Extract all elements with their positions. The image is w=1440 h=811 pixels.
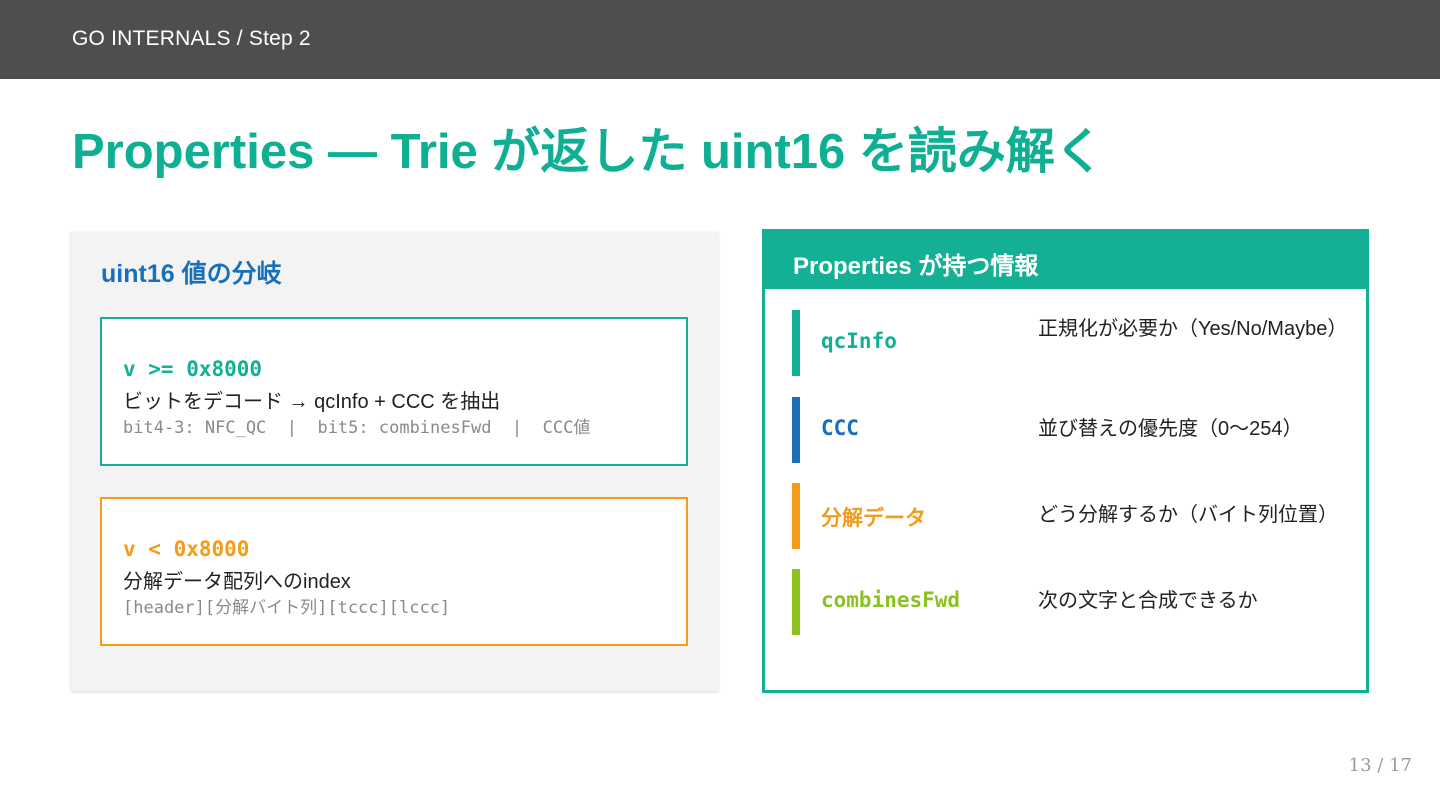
- property-name: 分解データ: [821, 506, 926, 530]
- properties-panel-header: Properties が持つ情報: [765, 232, 1366, 289]
- properties-panel-title: Properties が持つ情報: [793, 253, 1039, 280]
- property-description: 正規化が必要か（Yes/No/Maybe）: [1038, 318, 1348, 340]
- property-row-combinesfwd: combinesFwd 次の文字と合成できるか: [765, 569, 1366, 635]
- branch-panel: uint16 値の分岐 v >= 0x8000 ビットをデコード → qcInf…: [71, 232, 718, 691]
- property-description: 並び替えの優先度（0〜254）: [1038, 418, 1303, 440]
- accent-bar: [792, 483, 800, 549]
- property-name: combinesFwd: [821, 588, 961, 612]
- property-name: qcInfo: [821, 329, 897, 353]
- accent-bar: [792, 310, 800, 376]
- property-description: 次の文字と合成できるか: [1038, 590, 1258, 612]
- branch-condition: v < 0x8000: [123, 537, 250, 561]
- branch-high-bit-box: v >= 0x8000 ビットをデコード → qcInfo + CCC を抽出 …: [100, 317, 688, 466]
- slide-title: Properties — Trie が返した uint16 を読み解く: [72, 125, 1104, 179]
- top-bar: GO INTERNALS / Step 2: [0, 0, 1440, 79]
- properties-panel: Properties が持つ情報 qcInfo 正規化が必要か（Yes/No/M…: [762, 229, 1369, 693]
- accent-bar: [792, 397, 800, 463]
- property-row-qcinfo: qcInfo 正規化が必要か（Yes/No/Maybe）: [765, 310, 1366, 376]
- branch-detail: bit4-3: NFC_QC | bit5: combinesFwd | CCC…: [123, 418, 591, 438]
- branch-panel-heading: uint16 値の分岐: [101, 260, 282, 288]
- property-description: どう分解するか（バイト列位置）: [1038, 504, 1338, 526]
- branch-detail: [header][分解バイト列][tccc][lccc]: [123, 598, 451, 618]
- branch-condition: v >= 0x8000: [123, 357, 263, 381]
- branch-index-box: v < 0x8000 分解データ配列へのindex [header][分解バイト…: [100, 497, 688, 646]
- breadcrumb: GO INTERNALS / Step 2: [72, 27, 311, 50]
- property-row-decomposition: 分解データ どう分解するか（バイト列位置）: [765, 483, 1366, 549]
- property-row-ccc: CCC 並び替えの優先度（0〜254）: [765, 397, 1366, 463]
- branch-description: 分解データ配列へのindex: [123, 571, 351, 593]
- page-indicator: 13 / 17: [1348, 755, 1412, 776]
- property-name: CCC: [821, 416, 859, 440]
- branch-description: ビットをデコード → qcInfo + CCC を抽出: [123, 391, 501, 413]
- accent-bar: [792, 569, 800, 635]
